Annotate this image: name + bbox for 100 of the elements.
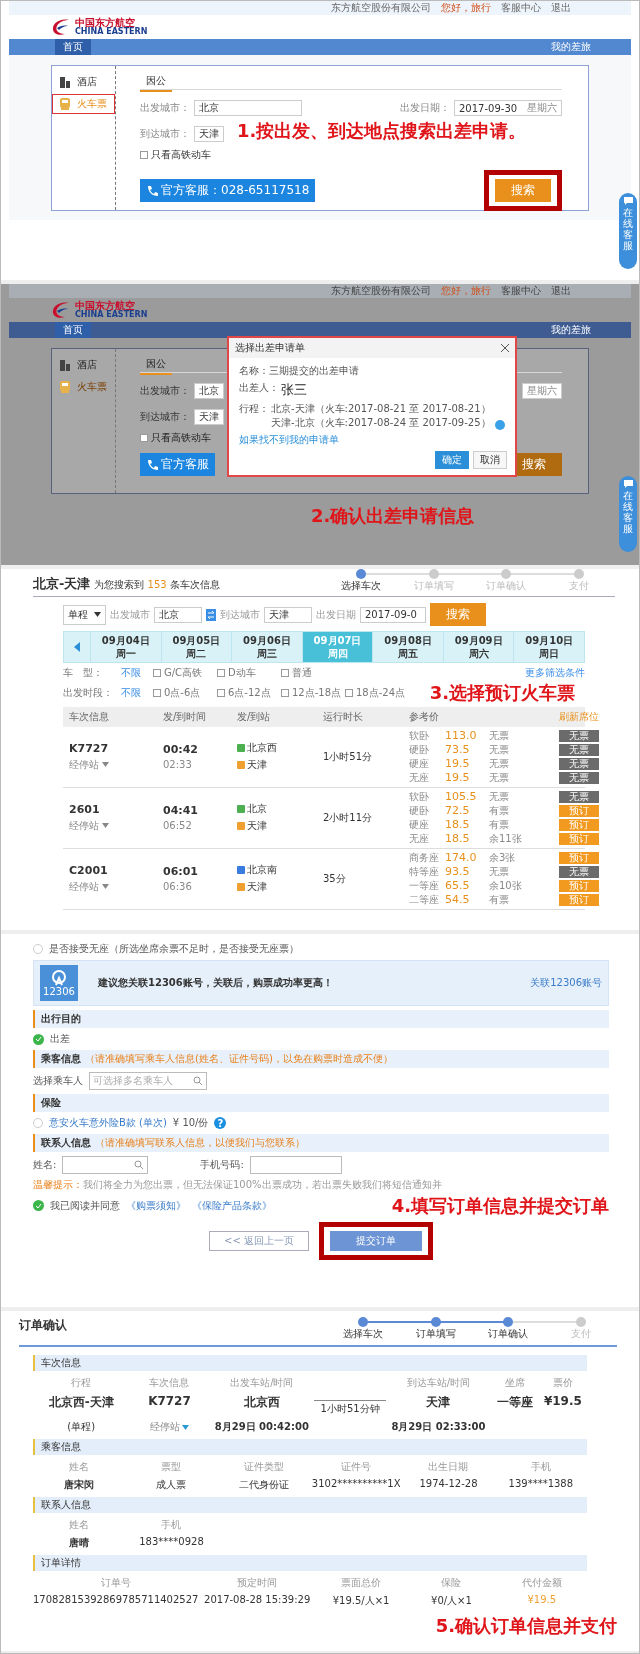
radio-button[interactable] xyxy=(33,1118,43,1128)
seat-class: 软卧 xyxy=(409,728,430,743)
not-found-link[interactable]: 如果找不到我的申请单 xyxy=(239,433,339,447)
column-header: 行程 xyxy=(70,1376,93,1390)
checkbox[interactable] xyxy=(217,688,225,697)
sidebar-item[interactable]: 火车票 xyxy=(52,377,115,397)
checkbox[interactable] xyxy=(281,688,289,697)
train-icon xyxy=(59,381,71,393)
stops-link[interactable]: 经停站 xyxy=(129,1420,210,1434)
submit-order-button[interactable]: 提交订单 xyxy=(329,1230,422,1251)
checkbox[interactable] xyxy=(217,669,225,677)
checkbox[interactable] xyxy=(153,688,161,697)
book-button[interactable]: 无票 xyxy=(559,790,599,803)
date-field[interactable]: 2017-09-30 星期六 xyxy=(454,100,562,116)
link-account-link[interactable]: 关联12306账号 xyxy=(530,976,602,990)
service-center-link[interactable]: 客服中心 xyxy=(501,284,541,298)
filter-option: 12点-18点 xyxy=(292,685,342,700)
stops-link[interactable]: 经停站 xyxy=(69,757,163,772)
ticket-stock: 无票 xyxy=(489,742,510,757)
logout-link[interactable]: 退出 xyxy=(551,1,571,15)
trip-type-select[interactable]: 单程 xyxy=(63,604,106,625)
radio-button[interactable] xyxy=(33,944,43,954)
trip-text: 天津-北京（火车:2017-08-24 至 2017-09-25） xyxy=(271,416,491,430)
table-cell-text: ¥19.5/人×1 xyxy=(331,1594,391,1608)
any-filter-link[interactable]: 不限 xyxy=(121,666,141,680)
my-travel-link[interactable]: 我的差旅 xyxy=(551,323,591,337)
terms-link[interactable]: 《保险产品条款》 xyxy=(192,1198,272,1213)
stops-link[interactable]: 经停站 xyxy=(69,879,163,894)
date-tab[interactable]: 09月05日 周二 xyxy=(160,632,232,662)
seat-class: 一等座 xyxy=(409,878,440,893)
my-travel-link[interactable]: 我的差旅 xyxy=(551,40,591,54)
arrival-city-field[interactable]: 天津 xyxy=(264,606,312,623)
annotation-text: 1.按出发、到达地点搜索出差申请。 xyxy=(237,121,527,141)
service-center-link[interactable]: 客服中心 xyxy=(501,1,541,15)
date-tab[interactable]: 09月10日 周日 xyxy=(513,632,585,662)
stops-link[interactable]: 经停站 xyxy=(69,818,163,833)
check-icon[interactable] xyxy=(33,1200,44,1212)
book-button[interactable]: 无票 xyxy=(559,729,599,742)
checkbox[interactable] xyxy=(345,688,353,697)
sidebar-item[interactable]: 酒店 xyxy=(52,355,115,375)
more-filters-link[interactable]: 更多筛选条件 xyxy=(525,666,585,680)
help-icon[interactable]: ? xyxy=(214,1117,227,1129)
checkbox[interactable] xyxy=(281,669,289,677)
seat-price: 73.5 xyxy=(445,743,471,757)
date-field[interactable]: 2017-09-0 xyxy=(360,606,426,623)
checkbox[interactable] xyxy=(153,669,161,677)
field-label: 出发城市： xyxy=(140,101,190,115)
insurance-link[interactable]: 意安火车意外险B款 (单次) xyxy=(49,1116,167,1130)
column-header: 发/到时间 xyxy=(163,709,208,724)
arrival-time: 02:33 xyxy=(163,759,193,771)
date-field[interactable]: 星期六 xyxy=(522,383,562,399)
book-button[interactable]: 无票 xyxy=(559,771,599,784)
confirm-button[interactable]: 确定 xyxy=(435,451,469,469)
book-button[interactable]: 无票 xyxy=(559,757,599,770)
online-service-widget[interactable]: 在线客服 xyxy=(619,476,637,552)
filter-option: 6点-12点 xyxy=(228,685,271,700)
back-button[interactable]: << 返回上一页 xyxy=(209,1230,309,1251)
search-button[interactable]: 搜索 xyxy=(430,603,486,626)
contact-name-field[interactable] xyxy=(62,1156,149,1174)
logout-link[interactable]: 退出 xyxy=(551,284,571,298)
any-filter-link[interactable]: 不限 xyxy=(121,685,141,700)
phone-field[interactable] xyxy=(249,1156,342,1174)
check-icon[interactable] xyxy=(33,1033,44,1045)
dialog-title: 选择出差申请单 xyxy=(235,341,305,355)
railway-logo-icon xyxy=(51,969,67,986)
passenger-search-field[interactable]: 可选择多名乘车人 xyxy=(89,1072,207,1090)
station-marker-icon xyxy=(237,744,245,753)
arrival-city-field[interactable]: 天津 xyxy=(194,409,224,425)
departure-city-field[interactable]: 北京 xyxy=(154,606,202,623)
online-service-widget[interactable]: 在线客服 xyxy=(619,193,637,269)
close-icon[interactable] xyxy=(501,344,509,352)
departure-city-field[interactable]: 北京 xyxy=(194,383,224,399)
checkbox[interactable] xyxy=(140,434,148,442)
hotline-banner: 官方客服：028-65117518 xyxy=(140,179,316,202)
home-tab[interactable]: 首页 xyxy=(55,322,91,338)
date-tab[interactable]: 09月08日 周五 xyxy=(372,632,443,662)
terms-link[interactable]: 《购票须知》 xyxy=(126,1198,186,1213)
checkbox[interactable] xyxy=(140,151,148,159)
date-tab[interactable]: 09月04日 周一 xyxy=(90,632,161,662)
business-tab[interactable]: 因公 xyxy=(140,355,172,375)
book-button[interactable]: 无票 xyxy=(559,743,599,756)
sidebar-item[interactable]: 火车票 xyxy=(52,94,115,114)
arrival-city-field[interactable]: 天津 xyxy=(194,126,224,142)
search-button[interactable]: 搜索 xyxy=(495,179,551,202)
home-tab[interactable]: 首页 xyxy=(55,39,91,55)
business-tab[interactable]: 因公 xyxy=(140,72,172,92)
cancel-button[interactable]: 取消 xyxy=(473,451,507,469)
date-tab[interactable]: 09月09日 周六 xyxy=(442,632,514,662)
swap-icon[interactable] xyxy=(206,608,216,621)
station-name: 天津 xyxy=(247,819,267,834)
departure-city-field[interactable]: 北京 xyxy=(194,100,302,116)
selected-check-icon[interactable] xyxy=(495,420,505,430)
trip-text: 北京-天津（火车:2017-08-21 至 2017-08-21） xyxy=(271,402,491,416)
left-arrow-icon[interactable] xyxy=(74,642,80,652)
date-tab[interactable]: 09月06日 周三 xyxy=(231,632,302,662)
sidebar-item[interactable]: 酒店 xyxy=(52,72,115,92)
section-header: 订单详情 xyxy=(33,1555,587,1571)
seat-class: 硬座 xyxy=(409,817,430,832)
book-button[interactable]: 无票 xyxy=(559,865,599,878)
section-header: 联系人信息 （请准确填写联系人信息，以便我们与您联系） xyxy=(33,1134,609,1152)
